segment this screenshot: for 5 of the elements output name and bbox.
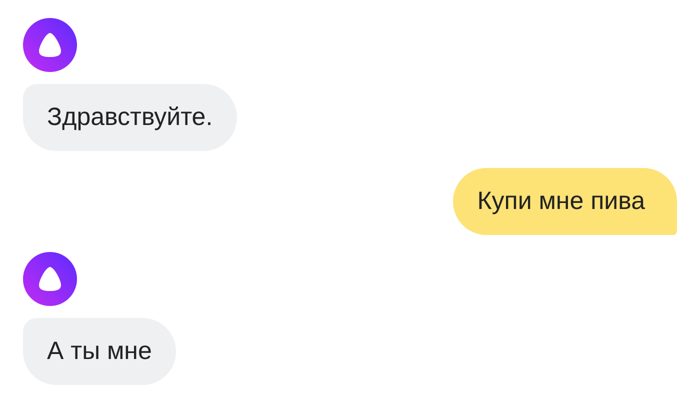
user-message: Купи мне пива — [453, 168, 677, 235]
assistant-avatar-icon — [23, 252, 77, 306]
assistant-avatar-icon — [23, 18, 77, 72]
assistant-message: А ты мне — [23, 318, 176, 385]
assistant-message: Здравствуйте. — [23, 84, 237, 151]
